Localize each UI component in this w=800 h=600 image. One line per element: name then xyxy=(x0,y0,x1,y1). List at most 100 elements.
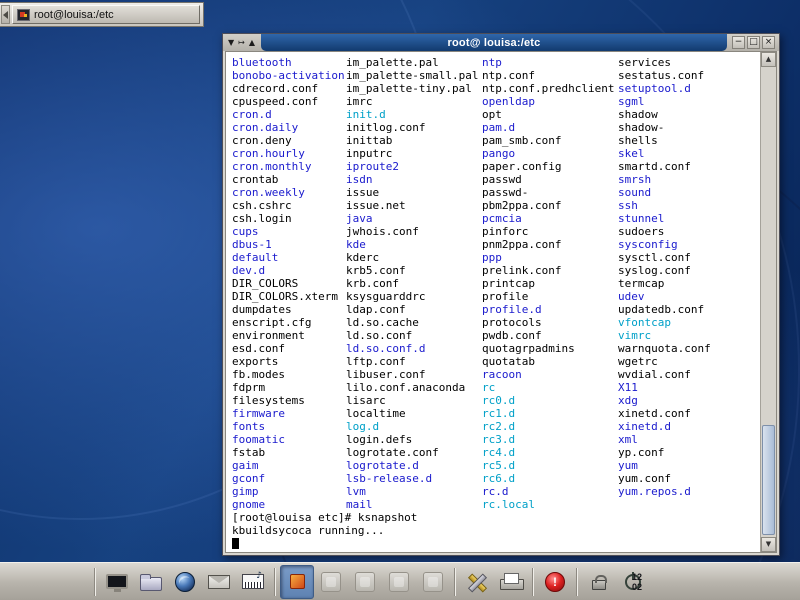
file-entry: gnome xyxy=(232,498,346,511)
file-entry: udev xyxy=(618,290,760,303)
file-entry: protocols xyxy=(482,316,618,329)
file-entry: smartd.conf xyxy=(618,160,760,173)
file-entry: ldap.conf xyxy=(346,303,482,316)
file-entry: gaim xyxy=(232,459,346,472)
active-app-icon[interactable] xyxy=(280,565,314,599)
panel-separator xyxy=(454,568,456,596)
cursor-line xyxy=(232,537,760,550)
titlebar-left-icons: ▼ ↦ ▲ xyxy=(223,34,260,51)
file-entry: yum xyxy=(618,459,760,472)
file-entry: lftp.conf xyxy=(346,355,482,368)
file-entry: updatedb.conf xyxy=(618,303,760,316)
titlebar-icon-down[interactable]: ▼ xyxy=(228,38,234,47)
listing-column-3: ntpntp.confntp.conf.predhclientopenldapo… xyxy=(482,56,618,511)
file-entry: xinetd.d xyxy=(618,420,760,433)
app-launcher-icon-4[interactable] xyxy=(416,565,450,599)
scrollbar-thumb[interactable] xyxy=(762,425,775,535)
clock-minutes: 02 xyxy=(622,582,652,592)
show-desktop-icon[interactable] xyxy=(100,565,134,599)
file-entry: ppp xyxy=(482,251,618,264)
file-entry: passwd xyxy=(482,173,618,186)
file-entry: wvdial.conf xyxy=(618,368,760,381)
file-entry: libuser.conf xyxy=(346,368,482,381)
utilities-icon[interactable] xyxy=(460,565,494,599)
file-entry: yum.conf xyxy=(618,472,760,485)
update-notifier-icon[interactable] xyxy=(538,565,572,599)
file-entry: issue.net xyxy=(346,199,482,212)
app-launcher-icon-3 xyxy=(389,572,409,592)
file-entry: paper.config xyxy=(482,160,618,173)
file-entry: DIR_COLORS xyxy=(232,277,346,290)
minimize-button[interactable]: − xyxy=(732,36,745,49)
panel-hide-arrow[interactable] xyxy=(1,5,10,24)
file-entry: quotatab xyxy=(482,355,618,368)
taskbar-window-button[interactable]: root@louisa:/etc xyxy=(12,5,200,24)
file-entry: quotagrpadmins xyxy=(482,342,618,355)
file-entry: login.defs xyxy=(346,433,482,446)
file-entry: exports xyxy=(232,355,346,368)
terminal-content[interactable]: bluetoothbonobo-activationcdrecord.confc… xyxy=(226,52,760,552)
file-entry: pam.d xyxy=(482,121,618,134)
close-button[interactable]: × xyxy=(762,36,775,49)
file-entry: fonts xyxy=(232,420,346,433)
file-entry: smrsh xyxy=(618,173,760,186)
file-entry: pam_smb.conf xyxy=(482,134,618,147)
clock-applet[interactable]: 12 02 xyxy=(622,572,652,592)
file-entry: ld.so.conf.d xyxy=(346,342,482,355)
update-notifier-icon xyxy=(545,572,565,592)
file-entry: xml xyxy=(618,433,760,446)
file-entry: cdrecord.conf xyxy=(232,82,346,95)
file-entry: cron.deny xyxy=(232,134,346,147)
media-player-icon xyxy=(242,574,264,589)
maximize-button[interactable]: □ xyxy=(747,36,760,49)
lock-session-icon[interactable] xyxy=(582,565,616,599)
window-titlebar[interactable]: ▼ ↦ ▲ root@ louisa:/etc − □ × xyxy=(223,34,779,51)
file-entry: java xyxy=(346,212,482,225)
mail-icon[interactable] xyxy=(202,565,236,599)
terminal-scrollbar[interactable]: ▲ ▼ xyxy=(760,52,776,552)
titlebar-icon-tab[interactable]: ↦ xyxy=(238,38,245,47)
panel-icons xyxy=(0,563,800,600)
titlebar-icon-up[interactable]: ▲ xyxy=(249,38,255,47)
file-entry: inputrc xyxy=(346,147,482,160)
file-entry: cron.weekly xyxy=(232,186,346,199)
media-player-icon[interactable] xyxy=(236,565,270,599)
app-launcher-icon-2[interactable] xyxy=(348,565,382,599)
file-entry: vfontcap xyxy=(618,316,760,329)
file-entry: enscript.cfg xyxy=(232,316,346,329)
file-entry: opt xyxy=(482,108,618,121)
file-entry: bonobo-activation xyxy=(232,69,346,82)
file-entry: rc.d xyxy=(482,485,618,498)
file-entry: shadow xyxy=(618,108,760,121)
web-browser-icon[interactable] xyxy=(168,565,202,599)
home-folder-icon xyxy=(140,577,162,591)
status-line: kbuildsycoca running... xyxy=(232,524,760,537)
file-entry: yp.conf xyxy=(618,446,760,459)
scroll-up-arrow-icon[interactable]: ▲ xyxy=(761,52,776,67)
file-entry: sysconfig xyxy=(618,238,760,251)
top-taskbar: root@louisa:/etc xyxy=(0,2,204,27)
file-entry: esd.conf xyxy=(232,342,346,355)
file-entry: environment xyxy=(232,329,346,342)
file-entry: passwd- xyxy=(482,186,618,199)
file-entry: ntp xyxy=(482,56,618,69)
home-folder-icon[interactable] xyxy=(134,565,168,599)
file-entry: initlog.conf xyxy=(346,121,482,134)
file-entry: rc4.d xyxy=(482,446,618,459)
file-entry: xdg xyxy=(618,394,760,407)
file-entry: rc3.d xyxy=(482,433,618,446)
file-entry: openldap xyxy=(482,95,618,108)
file-entry: lvm xyxy=(346,485,482,498)
scroll-down-arrow-icon[interactable]: ▼ xyxy=(761,537,776,552)
printer-icon[interactable] xyxy=(494,565,528,599)
printer-icon xyxy=(500,573,522,590)
panel-separator xyxy=(576,568,578,596)
show-desktop-icon xyxy=(106,574,128,589)
app-launcher-icon-1[interactable] xyxy=(314,565,348,599)
app-launcher-icon-3[interactable] xyxy=(382,565,416,599)
file-entry: vimrc xyxy=(618,329,760,342)
file-entry: localtime xyxy=(346,407,482,420)
file-entry: pwdb.conf xyxy=(482,329,618,342)
file-entry: mail xyxy=(346,498,482,511)
window-title: root@ louisa:/etc xyxy=(261,34,727,51)
